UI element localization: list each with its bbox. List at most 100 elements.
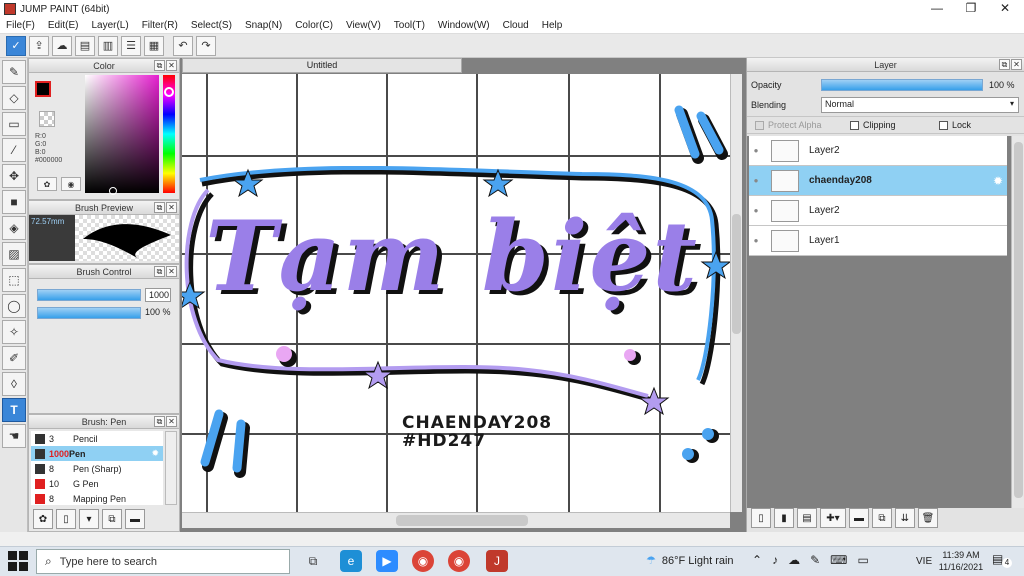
panel-close-icon[interactable]: ✕ (166, 60, 177, 71)
new-halftone-layer-icon[interactable]: ▤ (797, 508, 817, 528)
dropper-tool-icon[interactable]: ⁄ (2, 138, 26, 162)
menu-filter[interactable]: Filter(R) (142, 20, 178, 31)
taskbar-search-box[interactable]: ⌕ Type here to search (36, 549, 290, 574)
protect-alpha-checkbox[interactable] (755, 120, 764, 130)
brush-folder-icon[interactable]: ▬ (125, 509, 145, 529)
clock[interactable]: 11:39 AM 11/16/2021 (938, 549, 984, 573)
menu-help[interactable]: Help (542, 20, 563, 31)
chrome-browser-icon-2[interactable]: ◉ (448, 550, 470, 572)
minimize-button[interactable]: — (920, 0, 954, 18)
list-item-selected[interactable]: 1000 Pen ✹ (31, 446, 163, 461)
transparent-swatch[interactable] (39, 111, 55, 127)
menu-select[interactable]: Select(S) (191, 20, 232, 31)
document-tab[interactable]: Untitled (182, 58, 462, 73)
brush-menu-icon[interactable]: ▾ (79, 509, 99, 529)
panel-close-icon[interactable]: ✕ (166, 266, 177, 277)
pen-icon[interactable]: ✎ (810, 553, 820, 567)
merge-layer-icon[interactable]: ⇊ (895, 508, 915, 528)
visibility-icon[interactable]: ● (749, 146, 763, 155)
layer-row-selected[interactable]: ● chaenday208 ✹ (749, 166, 1007, 196)
duplicate-layer-icon[interactable]: ⧉ (872, 508, 892, 528)
menu-layer[interactable]: Layer(L) (91, 20, 128, 31)
chrome-browser-icon[interactable]: ◉ (412, 550, 434, 572)
eraser-tool-icon[interactable]: ◇ (2, 86, 26, 110)
visibility-icon[interactable]: ● (749, 206, 763, 215)
panel-float-icon[interactable]: ⧉ (154, 416, 165, 427)
new-layer-alt-icon[interactable]: ▮ (774, 508, 794, 528)
panel-float-icon[interactable]: ⧉ (999, 59, 1010, 70)
language-indicator[interactable]: VIE (916, 556, 932, 567)
layer-row[interactable]: ● Layer1 (749, 226, 1007, 256)
gradient-tool-icon[interactable]: ▨ (2, 242, 26, 266)
layer-opacity-slider[interactable] (821, 79, 983, 91)
marquee-tool-icon[interactable]: ⬚ (2, 268, 26, 292)
undo-button[interactable]: ↶ (173, 35, 193, 56)
clipping-checkbox[interactable] (850, 120, 859, 130)
color-palette-icon[interactable]: ✿ (37, 177, 57, 191)
menu-tool[interactable]: Tool(T) (394, 20, 425, 31)
panel-float-icon[interactable]: ⧉ (154, 266, 165, 277)
brush-list-scrollbar[interactable] (165, 431, 177, 505)
weather-text[interactable]: 86°F Light rain (662, 555, 734, 567)
close-button[interactable]: ✕ (988, 0, 1022, 18)
brush-size-slider[interactable] (37, 289, 141, 301)
layer-list-scrollbar[interactable] (1011, 136, 1024, 508)
monitor-icon[interactable]: ▭ (857, 553, 868, 567)
magic-wand-icon[interactable]: ✧ (2, 320, 26, 344)
windows-start-icon[interactable] (8, 551, 28, 571)
vertical-scroll-thumb[interactable] (732, 214, 741, 334)
list-item[interactable]: 3 Pencil (31, 431, 163, 446)
panel-float-icon[interactable]: ⧉ (154, 60, 165, 71)
vertical-scrollbar[interactable] (730, 74, 742, 512)
task-view-icon[interactable]: ⧉ (302, 550, 324, 572)
text-tool-icon[interactable]: T (2, 398, 26, 422)
select-eraser-icon[interactable]: ◊ (2, 372, 26, 396)
layer-row[interactable]: ● Layer2 (749, 196, 1007, 226)
copy-brush-icon[interactable]: ⧉ (102, 509, 122, 529)
share-icon[interactable]: ⇪ (29, 35, 49, 56)
cloud-icon[interactable]: ☁ (788, 553, 800, 567)
visibility-icon[interactable]: ● (749, 176, 763, 185)
brush-settings-icon[interactable]: ✿ (33, 509, 53, 529)
list-view-icon[interactable]: ☰ (121, 35, 141, 56)
menu-edit[interactable]: Edit(E) (48, 20, 79, 31)
comment-icon[interactable]: ☁ (52, 35, 72, 56)
add-layer-menu-icon[interactable]: ✚▾ (820, 508, 846, 528)
delete-layer-icon[interactable]: 🗑 (918, 508, 938, 528)
horizontal-scroll-thumb[interactable] (396, 515, 528, 526)
hue-slider[interactable] (163, 75, 175, 193)
drawing-canvas[interactable]: Tạm biệt CHAENDAY208 #HD247 (182, 74, 730, 512)
new-layer-icon[interactable]: ▯ (751, 508, 771, 528)
menu-color[interactable]: Color(C) (295, 20, 333, 31)
edge-browser-icon[interactable]: e (340, 550, 362, 572)
jump-paint-app-icon[interactable]: J (486, 550, 508, 572)
document-icon[interactable]: ▥ (98, 35, 118, 56)
brush-tool-icon[interactable]: ✎ (2, 60, 26, 84)
color-dropper-icon[interactable]: ◉ (61, 177, 81, 191)
brush-opacity-slider[interactable] (37, 307, 141, 319)
layer-scroll-thumb[interactable] (1014, 142, 1023, 498)
gear-icon[interactable]: ✹ (151, 448, 159, 459)
volume-icon[interactable]: ♪ (772, 553, 778, 567)
cloud-sync-icon[interactable]: ✓ (6, 35, 26, 56)
bucket-tool-icon[interactable]: ◈ (2, 216, 26, 240)
move-tool-icon[interactable]: ✥ (2, 164, 26, 188)
new-brush-icon[interactable]: ▯ (56, 509, 76, 529)
chevron-up-icon[interactable]: ⌃ (752, 553, 762, 567)
brush-size-field[interactable]: 1000 (145, 288, 171, 302)
lasso-tool-icon[interactable]: ◯ (2, 294, 26, 318)
fill-rect-icon[interactable]: ■ (2, 190, 26, 214)
notification-icon[interactable]: ▤ 4 (992, 552, 1012, 570)
gear-icon[interactable]: ✹ (993, 174, 1003, 188)
layer-folder-icon[interactable]: ▬ (849, 508, 869, 528)
select-rect-icon[interactable]: ▭ (2, 112, 26, 136)
saturation-value-picker[interactable] (85, 75, 159, 195)
visibility-icon[interactable]: ● (749, 236, 763, 245)
panel-close-icon[interactable]: ✕ (166, 202, 177, 213)
foreground-color-swatch[interactable] (35, 81, 51, 97)
menu-view[interactable]: View(V) (346, 20, 381, 31)
menu-file[interactable]: File(F) (6, 20, 35, 31)
blending-select[interactable]: Normal ▾ (821, 97, 1019, 113)
zoom-app-icon[interactable]: ▶ (376, 550, 398, 572)
panel-float-icon[interactable]: ⧉ (154, 202, 165, 213)
